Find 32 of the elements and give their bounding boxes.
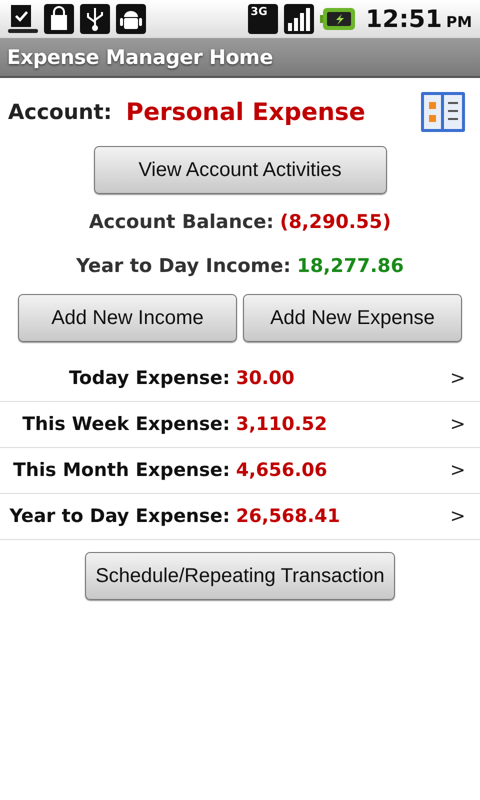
title-bar: Expense Manager Home: [0, 38, 480, 78]
summary-label: Account Balance:: [88, 211, 274, 233]
summary-label: Year to Day Income:: [76, 255, 291, 277]
chevron-icon[interactable]: >: [450, 414, 480, 435]
expense-label: Today Expense:: [68, 368, 231, 389]
account-list-icon[interactable]: [420, 91, 466, 133]
chevron-icon[interactable]: >: [450, 368, 480, 389]
add-button[interactable]: Add New Income: [18, 294, 237, 342]
account-name: Personal Expense: [126, 98, 366, 126]
chevron-icon[interactable]: >: [450, 506, 480, 527]
clock-period: PM: [446, 13, 472, 31]
expense-label: Year to Day Expense:: [8, 506, 231, 527]
expense-value: 26,568.41: [236, 506, 342, 527]
chevron-icon[interactable]: >: [450, 460, 480, 481]
expense-value: 3,110.52: [236, 414, 328, 435]
network-type-icon: 3G: [248, 4, 278, 34]
signal-icon: [284, 4, 314, 34]
view-activities-button[interactable]: View Account Activities: [94, 146, 386, 194]
expense-value: 4,656.06: [236, 460, 328, 481]
expense-label: This Week Expense:: [21, 414, 231, 435]
robot-icon[interactable]: [116, 4, 146, 34]
add-button[interactable]: Add New Expense: [243, 294, 462, 342]
account-label: Account:: [8, 100, 112, 124]
usb-icon[interactable]: [80, 4, 110, 34]
clock-time: 12:51: [366, 5, 442, 33]
schedule-button[interactable]: Schedule/Repeating Transaction: [85, 552, 395, 600]
expense-value: 30.00: [236, 368, 296, 389]
summary-value: 18,277.86: [296, 255, 404, 277]
summary-value: (8,290.55): [280, 211, 392, 233]
expense-label: This Month Expense:: [12, 460, 231, 481]
shopping-bag-icon[interactable]: [44, 4, 74, 34]
task-icon[interactable]: [8, 4, 38, 34]
